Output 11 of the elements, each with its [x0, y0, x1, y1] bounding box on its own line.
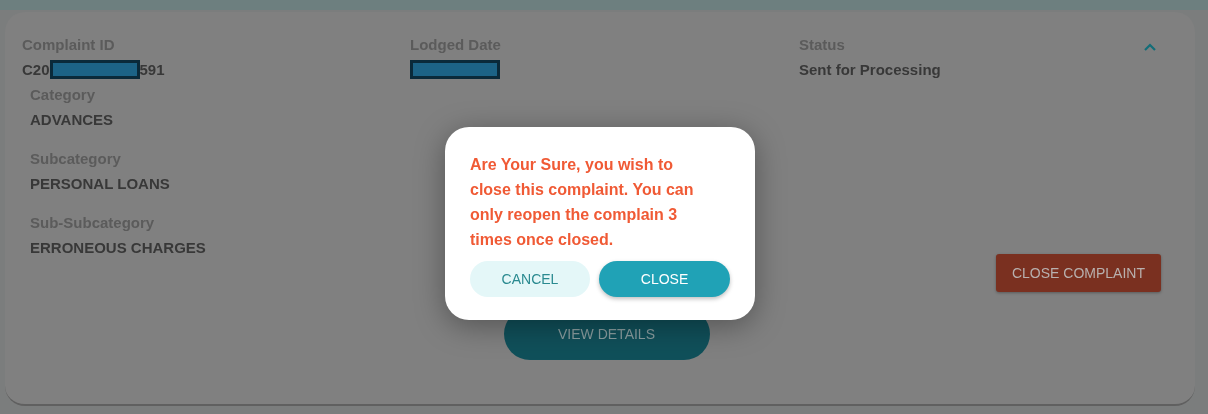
dialog-message: Are Your Sure, you wish to close this complaint. You can only reopen the complain 3 times once closed. [470, 155, 695, 250]
status-value: Sent for Processing [799, 61, 941, 78]
cancel-button[interactable]: CANCEL [470, 261, 590, 297]
close-complaint-button[interactable]: CLOSE COMPLAINT [995, 254, 1161, 292]
field-value: ADVANCES [30, 111, 114, 128]
field-value: PERSONAL LOANS [30, 175, 170, 192]
field-value: ERRONEOUS CHARGES [30, 239, 206, 256]
complaint-id-start: C20 [22, 61, 50, 78]
confirm-button[interactable]: CLOSE [599, 261, 730, 297]
complaint-id-end: 591 [139, 61, 165, 78]
collapse-chevron-icon[interactable] [1143, 42, 1157, 52]
